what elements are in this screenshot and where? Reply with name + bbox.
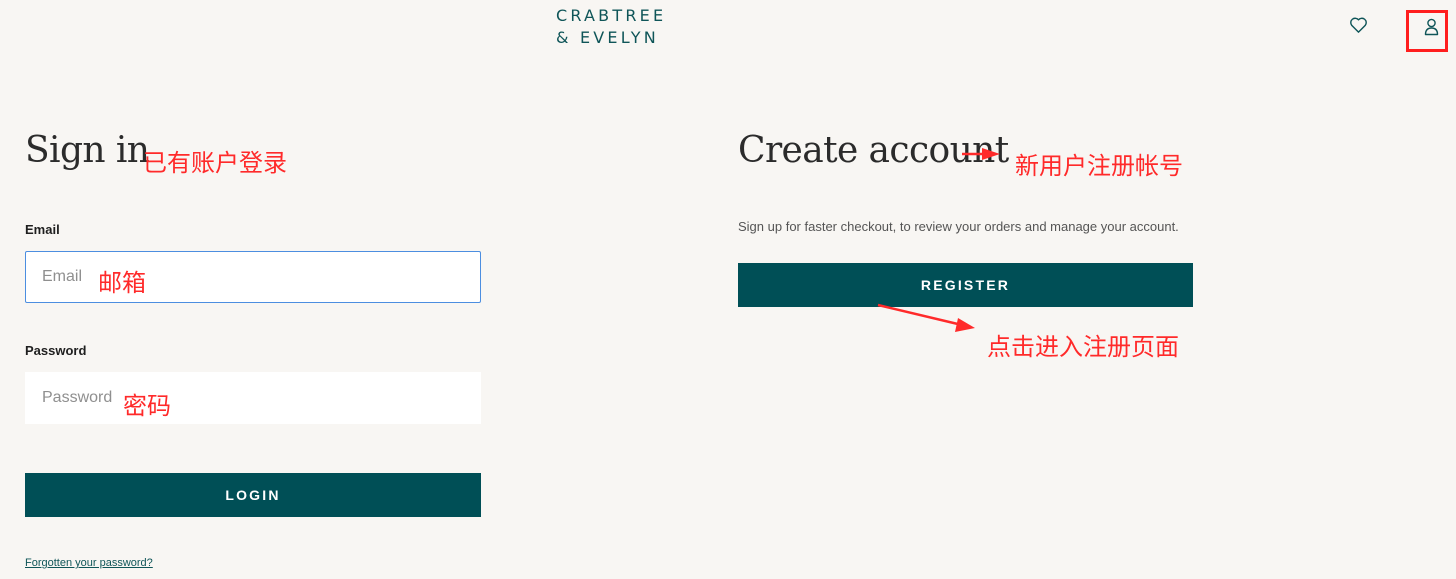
heart-icon[interactable] — [1349, 16, 1368, 34]
logo-line-1: CRABTREE — [556, 6, 667, 25]
logo-line-2: & EVELYN — [556, 28, 659, 47]
password-label: Password — [25, 343, 87, 358]
user-icon[interactable] — [1424, 18, 1439, 36]
email-label: Email — [25, 222, 60, 237]
password-input[interactable] — [25, 372, 481, 424]
email-input[interactable] — [25, 251, 481, 303]
password-annotation: 密码 — [123, 393, 171, 420]
brand-logo[interactable]: CRABTREE & EVELYN — [556, 5, 676, 49]
create-account-title: Create account — [738, 130, 1009, 171]
register-annotation: 点击进入注册页面 — [987, 334, 1179, 361]
signin-title: Sign in — [25, 130, 150, 171]
login-button[interactable]: LOGIN — [25, 473, 481, 517]
register-button[interactable]: REGISTER — [738, 263, 1193, 307]
create-account-annotation: 新用户注册帐号 — [1015, 153, 1183, 180]
signin-annotation: 已有账户登录 — [143, 150, 287, 177]
forgot-password-link[interactable]: Forgotten your password? — [25, 557, 153, 569]
create-account-description: Sign up for faster checkout, to review y… — [738, 219, 1179, 234]
register-arrow — [877, 303, 975, 332]
email-annotation: 邮箱 — [98, 270, 146, 297]
